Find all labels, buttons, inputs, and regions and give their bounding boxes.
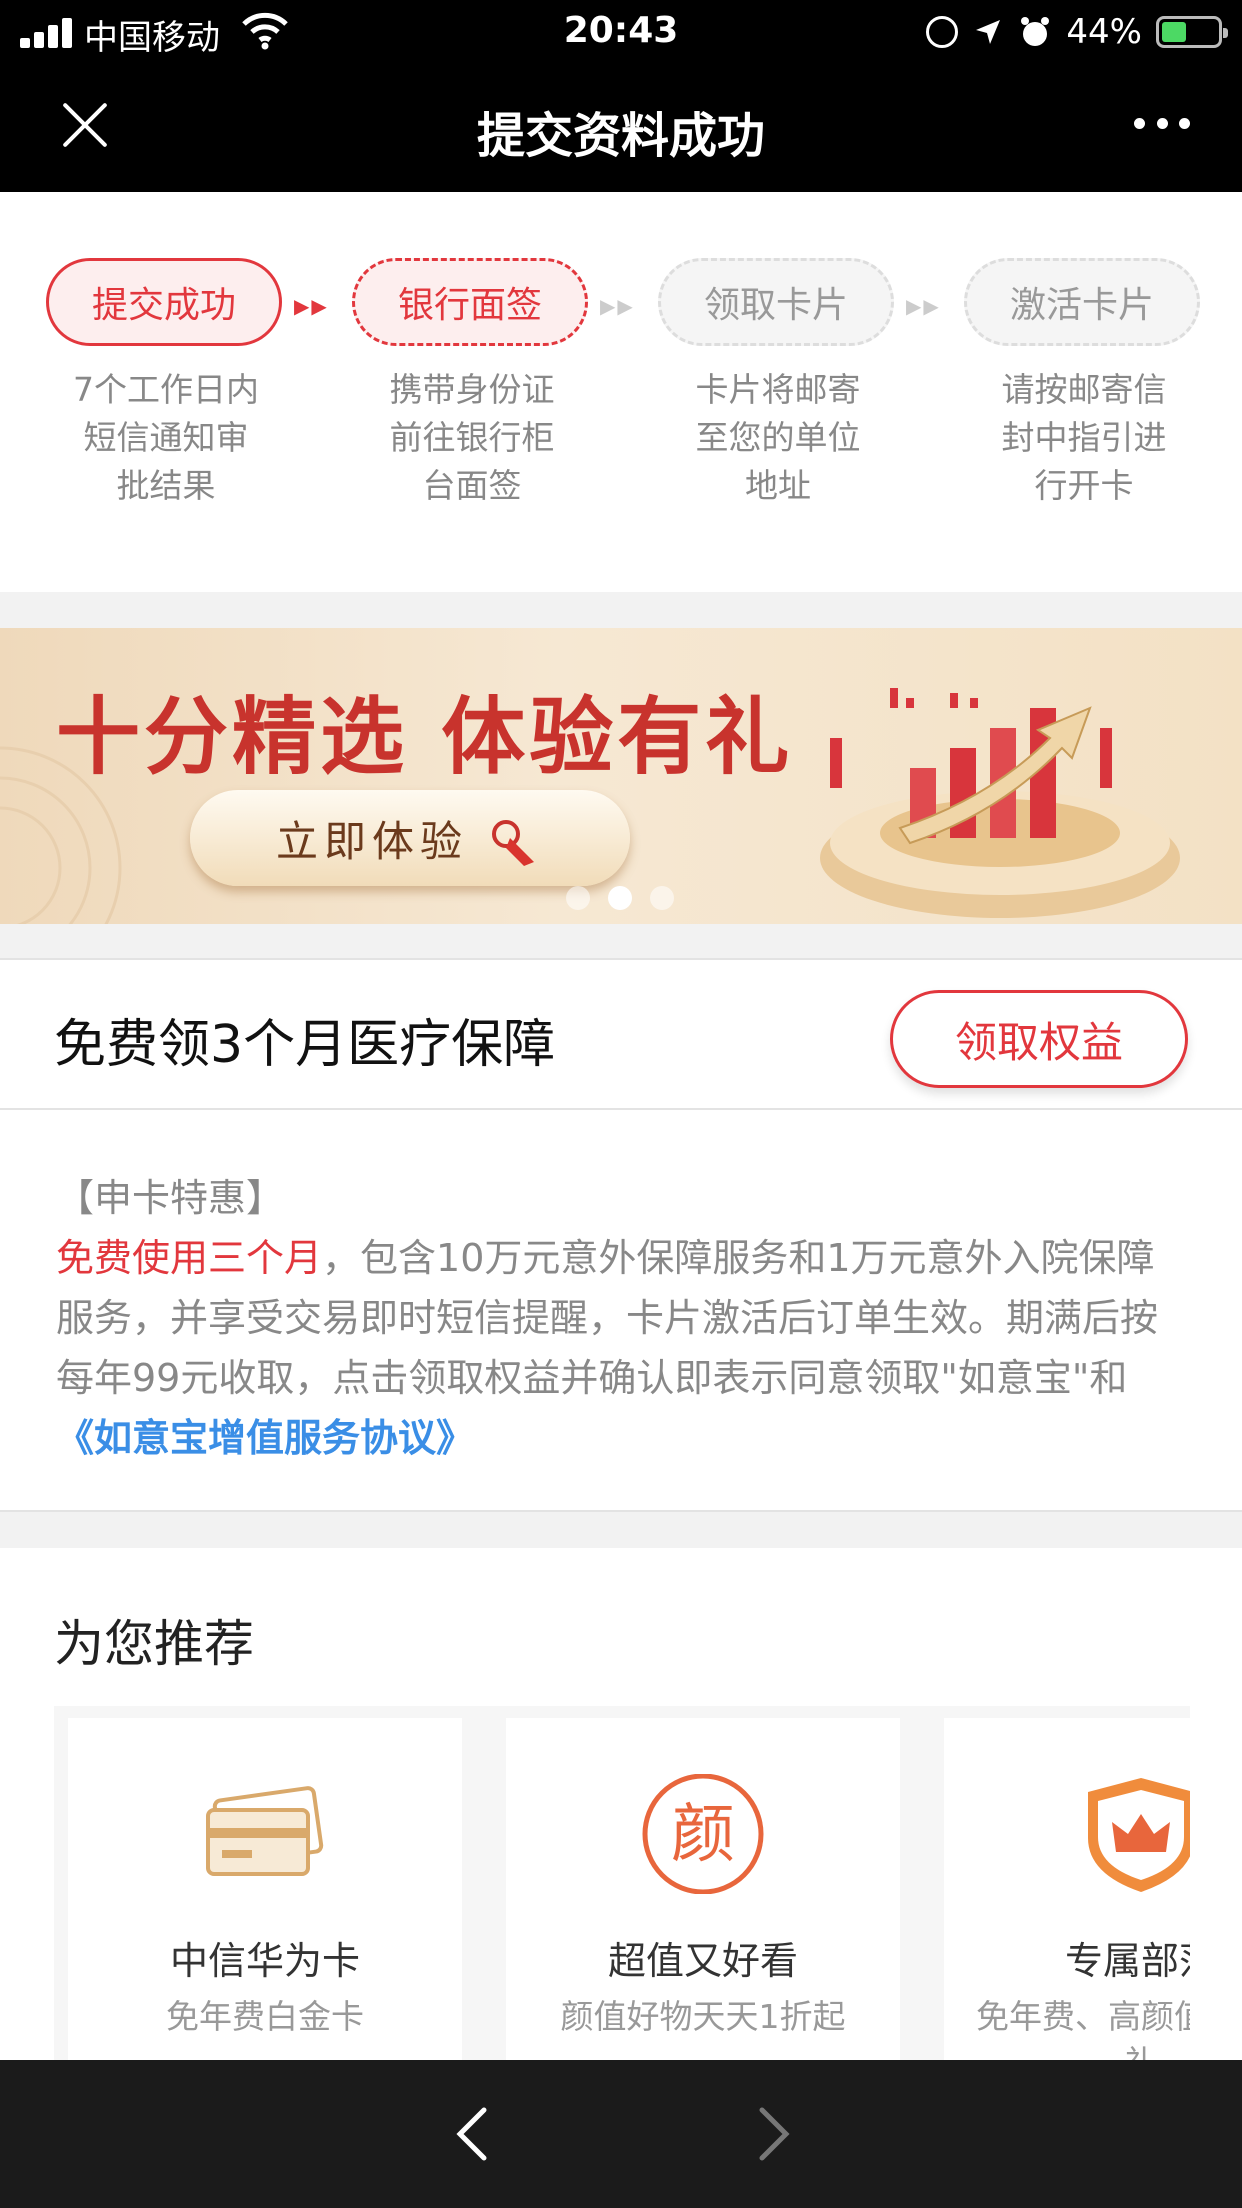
card-icon [206, 1786, 324, 1876]
step-pill: 激活卡片 [964, 258, 1200, 346]
growth-chart-illustration [820, 688, 1180, 918]
step-receive-card: 领取卡片 卡片将邮寄 至您的单位 地址 [658, 258, 898, 510]
rotation-lock-icon [926, 16, 959, 48]
card-subtitle: 免年费白金卡 [166, 1997, 364, 2036]
terms-highlight: 免费使用三个月 [56, 1236, 323, 1280]
step-arrow-icon: ▶▶ [294, 294, 329, 318]
card-title: 专属部落 [1064, 1939, 1190, 1983]
step-arrow-icon: ▶▶ [906, 294, 941, 318]
card-subtitle: 免年费、高颜值，享好礼 [976, 1997, 1190, 2060]
step-description: 7个工作日内 短信通知审 批结果 [73, 370, 259, 505]
recommend-card[interactable]: 颜 超值又好看 颜值好物天天1折起 [506, 1718, 900, 2060]
application-steps: 提交成功 7个工作日内 短信通知审 批结果 ▶▶ 银行面签 携带身份证 前往银行… [0, 192, 1242, 592]
crown-shield-icon [1088, 1778, 1190, 1892]
step-arrow-icon: ▶▶ [600, 294, 635, 318]
status-bar: 中国移动 20:43 44% [0, 0, 1242, 64]
service-agreement-link[interactable]: 《如意宝增值服务协议》 [56, 1416, 474, 1460]
banner-title: 十分精选 体验有礼 [56, 688, 794, 786]
step-pill: 领取卡片 [658, 258, 894, 346]
promo-banner[interactable]: 十分精选 体验有礼 立即体验 [0, 628, 1242, 924]
forward-arrow-icon[interactable] [748, 2104, 798, 2164]
card-subtitle: 颜值好物天天1折起 [560, 1997, 846, 2036]
step-submitted: 提交成功 7个工作日内 短信通知审 批结果 [46, 258, 286, 510]
step-description: 携带身份证 前往银行柜 台面签 [389, 370, 555, 505]
step-description: 卡片将邮寄 至您的单位 地址 [695, 370, 861, 505]
top-bar: 中国移动 20:43 44% 提交资料成功 [0, 0, 1242, 192]
location-arrow-icon [976, 20, 1001, 44]
recommend-card[interactable]: 专属部落 免年费、高颜值，享好礼 [944, 1718, 1190, 2060]
page-title: 提交资料成功 [476, 108, 765, 164]
yan-badge-icon: 颜 [642, 1774, 764, 1894]
terms-heading: 【申卡特惠】 [56, 1176, 285, 1220]
card-title: 中信华为卡 [169, 1939, 360, 1983]
recommend-title: 为您推荐 [54, 1615, 254, 1673]
section-divider [0, 592, 1242, 628]
pagination-dot[interactable] [566, 886, 590, 910]
svg-text:颜: 颜 [671, 1798, 735, 1872]
benefit-title: 免费领3个月医疗保障 [54, 1015, 556, 1075]
try-now-button[interactable]: 立即体验 [190, 790, 630, 886]
try-now-label: 立即体验 [275, 816, 468, 866]
terms-paragraph: 免费使用三个月，包含10万元意外保障服务和1万元意外入院保障服务，并享受交易即时… [56, 1228, 1186, 1468]
pagination-dot-active[interactable] [608, 886, 632, 910]
pagination-dot[interactable] [650, 886, 674, 910]
section-divider [0, 924, 1242, 960]
step-description: 请按邮寄信 封中指引进 行开卡 [1001, 370, 1167, 505]
battery-icon [1156, 16, 1228, 48]
battery-percent: 44% [1066, 12, 1142, 52]
card-title: 超值又好看 [607, 1939, 798, 1983]
tap-hand-icon [492, 820, 534, 866]
alarm-icon [1021, 17, 1050, 46]
recommend-carousel[interactable]: 中信华为卡 免年费白金卡 颜 超值又好看 颜值好物天天1折起 专属部落 免年费、… [54, 1706, 1190, 2060]
step-activate-card: 激活卡片 请按邮寄信 封中指引进 行开卡 [964, 258, 1204, 510]
claim-benefit-button[interactable]: 领取权益 [890, 990, 1188, 1088]
section-divider [0, 1510, 1242, 1548]
benefit-row: 免费领3个月医疗保障 领取权益 [0, 960, 1242, 1110]
browser-toolbar [0, 2060, 1242, 2208]
step-pill: 银行面签 [352, 258, 588, 346]
offer-terms: 【申卡特惠】 免费使用三个月，包含10万元意外保障服务和1万元意外入院保障服务，… [0, 1112, 1242, 1512]
recommend-card[interactable]: 中信华为卡 免年费白金卡 [68, 1718, 462, 2060]
recommend-section: 为您推荐 中信华为卡 免年费白金卡 颜 超值又好看 颜值好物天天1折起 专属部 … [0, 1548, 1242, 2060]
step-bank-sign: 银行面签 携带身份证 前往银行柜 台面签 [352, 258, 592, 510]
step-pill: 提交成功 [46, 258, 282, 346]
back-arrow-icon[interactable] [448, 2104, 498, 2164]
banner-pagination [0, 886, 1242, 910]
more-options-button[interactable] [1134, 108, 1190, 138]
